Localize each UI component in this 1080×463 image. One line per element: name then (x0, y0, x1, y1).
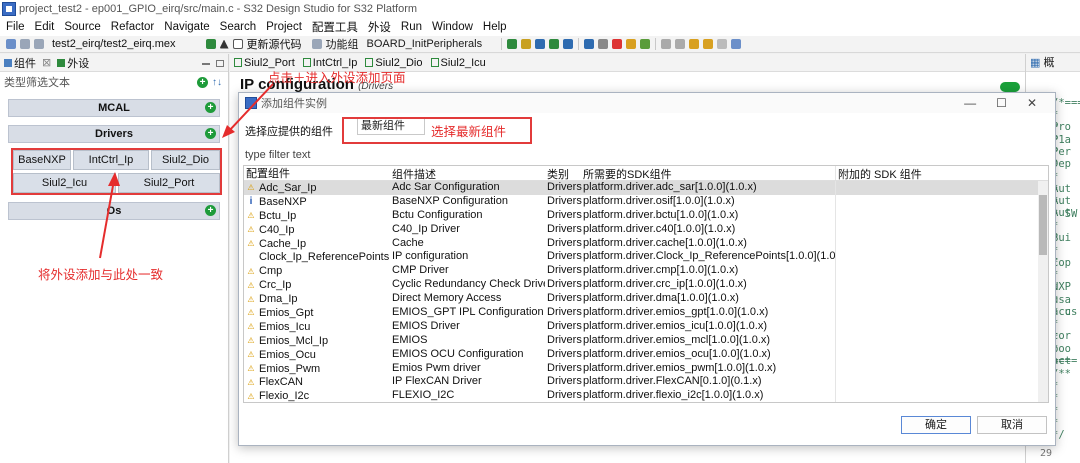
arrow-head-2 (108, 172, 120, 186)
arrow-to-drivers-plus (227, 83, 274, 133)
annotation-arrows (99, 83, 274, 259)
arrow-to-driver-list (99, 179, 115, 259)
